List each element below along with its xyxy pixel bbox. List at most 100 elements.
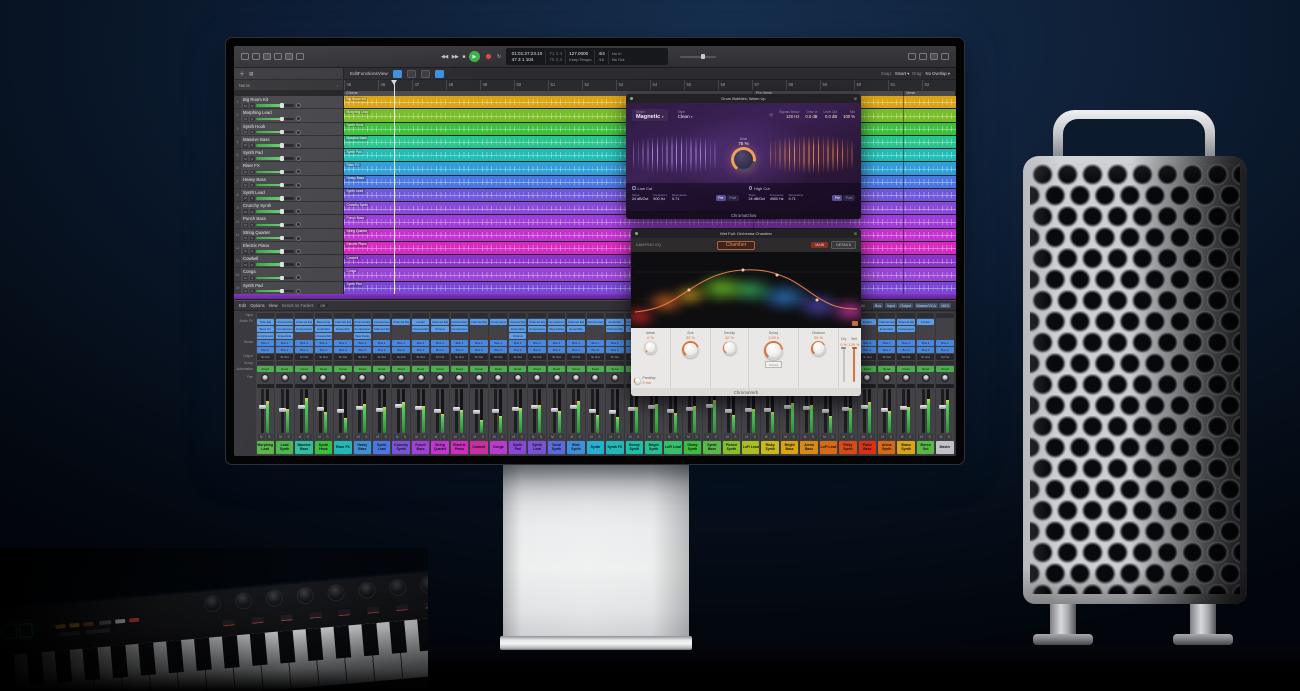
- channel-group-slot[interactable]: [897, 361, 914, 365]
- audio-fx-slot[interactable]: Channel EQ: [567, 319, 584, 325]
- mute-button[interactable]: M: [918, 434, 925, 440]
- channel-output-slot[interactable]: St Out: [936, 354, 953, 360]
- volume-fader[interactable]: [279, 408, 286, 412]
- track-pan-knob[interactable]: [296, 143, 301, 148]
- track-name[interactable]: Riser FX: [243, 163, 341, 168]
- mixer-channel-strip[interactable]: Limiter Bus 1 Bus 2 St Out Read: [916, 312, 934, 455]
- mute-button[interactable]: M: [607, 434, 614, 440]
- drive-knob[interactable]: [731, 147, 756, 172]
- channel-output-slot[interactable]: St Out: [315, 354, 332, 360]
- chromaverb-plugin-window[interactable]: Wet Fall: Orchestra Chamber ⊞ DAMPING EQ…: [631, 229, 861, 396]
- automation-mode-button[interactable]: Read: [334, 366, 351, 372]
- channel-name[interactable]: String Quartet: [431, 441, 448, 454]
- predelay-knob[interactable]: [634, 377, 641, 384]
- drive-in-field[interactable]: Drive In0.0 dB: [805, 110, 817, 119]
- automation-mode-button[interactable]: Read: [257, 366, 274, 372]
- channel-name[interactable]: Bright Bass: [781, 441, 798, 454]
- audio-fx-slot[interactable]: Channel EQ: [606, 326, 623, 332]
- send-slot[interactable]: Bus 1: [412, 340, 429, 346]
- channel-group-slot[interactable]: [859, 361, 876, 365]
- mute-button[interactable]: M: [471, 434, 478, 440]
- channel-input-slot[interactable]: [412, 313, 429, 318]
- cycle-button[interactable]: ↻: [497, 54, 501, 60]
- solo-button[interactable]: S: [285, 434, 292, 440]
- solo-button[interactable]: S: [250, 289, 255, 294]
- track-volume-slider[interactable]: [256, 290, 294, 293]
- channel-group-slot[interactable]: [431, 361, 448, 365]
- mute-button[interactable]: M: [588, 434, 595, 440]
- track-pan-knob[interactable]: [296, 236, 301, 241]
- send-slot[interactable]: Bus 2: [587, 347, 604, 353]
- main-tab[interactable]: MAIN: [811, 242, 828, 248]
- volume-fader[interactable]: [298, 405, 305, 409]
- track-volume-slider[interactable]: [256, 277, 294, 280]
- mute-button[interactable]: M: [394, 434, 401, 440]
- automation-mode-button[interactable]: Read: [587, 366, 604, 372]
- mute-button[interactable]: M: [860, 434, 867, 440]
- send-slot[interactable]: Bus 2: [897, 347, 914, 353]
- volume-fader[interactable]: [356, 406, 363, 410]
- solo-button[interactable]: S: [557, 434, 564, 440]
- audio-fx-slot[interactable]: Ensemble: [334, 326, 351, 332]
- automation-mode-button[interactable]: Read: [412, 366, 429, 372]
- channel-name[interactable]: Brass Synth: [897, 441, 914, 454]
- solo-button[interactable]: S: [518, 434, 525, 440]
- menu-item[interactable]: Edit: [350, 71, 358, 76]
- track-name[interactable]: Synth Lead: [243, 190, 341, 195]
- forward-button[interactable]: ▶▶: [452, 54, 459, 60]
- volume-fader[interactable]: [453, 407, 460, 411]
- keyboard-button[interactable]: [129, 618, 139, 623]
- sends-on-faders-off[interactable]: Off: [318, 304, 328, 308]
- send-slot[interactable]: Bus 2: [295, 347, 312, 353]
- mute-button[interactable]: M: [627, 434, 634, 440]
- mute-button[interactable]: M: [802, 434, 809, 440]
- mute-button[interactable]: M: [530, 434, 537, 440]
- mute-button[interactable]: M: [685, 434, 692, 440]
- solo-button[interactable]: S: [712, 434, 719, 440]
- solo-button[interactable]: S: [887, 434, 894, 440]
- volume-fader-track[interactable]: [572, 389, 575, 433]
- send-slot[interactable]: Bus 1: [276, 340, 293, 346]
- automation-mode-button[interactable]: Read: [354, 366, 371, 372]
- audio-fx-slot[interactable]: Ensemble: [567, 326, 584, 332]
- channel-name[interactable]: Picked Synth: [723, 441, 740, 454]
- automation-mode-button[interactable]: Read: [470, 366, 487, 372]
- channel-input-slot[interactable]: [936, 313, 953, 318]
- channel-output-slot[interactable]: St Out: [392, 354, 409, 360]
- track-header[interactable]: 14 Conga M S: [234, 268, 343, 280]
- track-name[interactable]: Synth Hook: [243, 124, 341, 129]
- mixer-channel-strip[interactable]: Bus 1 Bus 2 St Out Read M: [936, 312, 954, 455]
- send-slot[interactable]: Bus 2: [276, 347, 293, 353]
- audio-fx-slot[interactable]: Compressor: [451, 326, 468, 332]
- channel-output-slot[interactable]: St Out: [412, 354, 429, 360]
- track-volume-slider[interactable]: [256, 210, 294, 213]
- volume-fader-track[interactable]: [941, 389, 944, 433]
- volume-fader[interactable]: [667, 409, 674, 413]
- rewind-button[interactable]: ◀◀: [441, 54, 448, 60]
- keyboard-button[interactable]: [86, 628, 110, 634]
- volume-fader-track[interactable]: [883, 389, 886, 433]
- volume-fader[interactable]: [939, 405, 946, 409]
- mixer-menu-item[interactable]: View: [269, 303, 278, 308]
- track-header[interactable]: 11 String Quartet M S: [234, 229, 343, 241]
- automation-mode-button[interactable]: Read: [315, 366, 332, 372]
- volume-fader-track[interactable]: [261, 389, 264, 433]
- count-in-icon[interactable]: [908, 53, 916, 60]
- channel-group-slot[interactable]: [606, 361, 623, 365]
- audio-fx-slot[interactable]: Chorus: [431, 326, 448, 332]
- audio-fx-slot[interactable]: Ensemble: [509, 326, 526, 332]
- mute-button[interactable]: M: [549, 434, 556, 440]
- channel-input-slot[interactable]: [897, 313, 914, 318]
- track-name[interactable]: Punch Bass: [243, 216, 341, 221]
- track-pan-knob[interactable]: [296, 156, 301, 161]
- track-pan-knob[interactable]: [296, 275, 301, 280]
- pan-knob[interactable]: [902, 374, 910, 382]
- channel-name[interactable]: Massive Bass: [295, 441, 312, 454]
- channel-group-slot[interactable]: [354, 361, 371, 365]
- channel-group-slot[interactable]: [295, 361, 312, 365]
- channel-name[interactable]: Bright Synth: [645, 441, 662, 454]
- mixer-channel-strip[interactable]: Tube EQ Bass FX Compressor Bus 1 Bus 2 S…: [256, 312, 274, 455]
- volume-fader[interactable]: [473, 410, 480, 414]
- audio-fx-slot[interactable]: Limiter: [917, 319, 934, 325]
- share-icon[interactable]: [941, 53, 949, 60]
